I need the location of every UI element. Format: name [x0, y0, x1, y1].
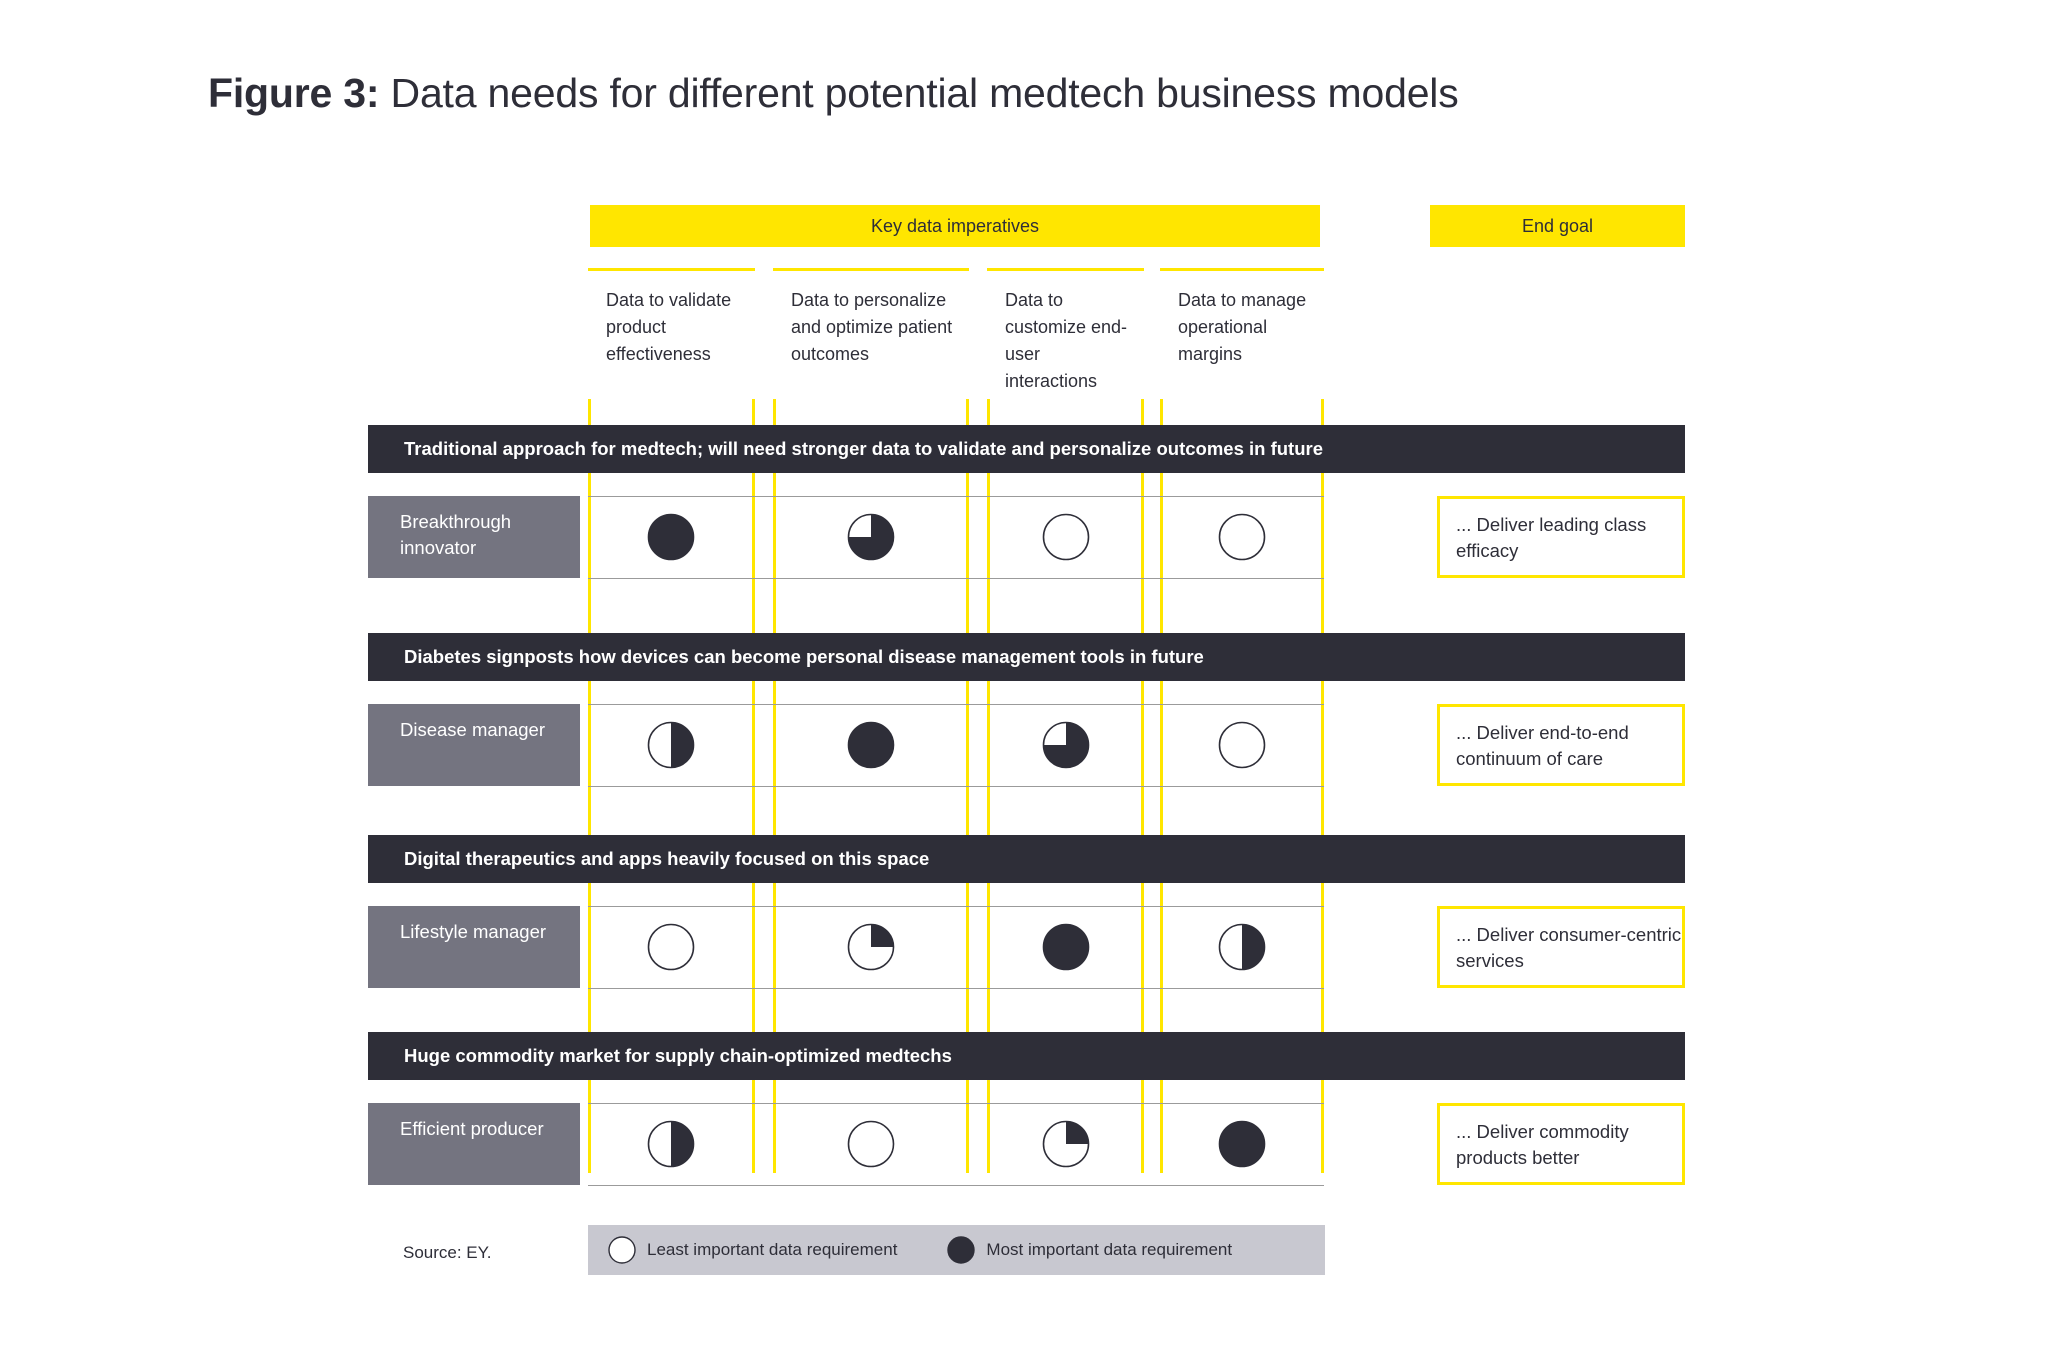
marker-full — [647, 513, 695, 561]
marker-full — [1042, 923, 1090, 971]
row-rule — [588, 496, 1324, 497]
marker-three-quarter — [1042, 721, 1090, 769]
row-rule — [588, 1185, 1324, 1186]
marker-empty — [847, 1120, 895, 1168]
row-label-disease-manager: Disease manager — [368, 704, 580, 786]
goal-box-disease-manager: ... Deliver end-to-end continuum of care — [1437, 704, 1685, 786]
section-banner-disease-manager: Diabetes signposts how devices can becom… — [368, 633, 1685, 681]
marker-quarter — [847, 923, 895, 971]
page-title: Figure 3: Data needs for different poten… — [208, 70, 1459, 117]
column-header-validate: Data to validate product effectiveness — [588, 268, 755, 399]
marker-three-quarter — [847, 513, 895, 561]
row-label-efficient-producer: Efficient producer — [368, 1103, 580, 1185]
goal-box-lifestyle-manager: ... Deliver consumer-centric services — [1437, 906, 1685, 988]
row-rule — [588, 578, 1324, 579]
row-rule — [588, 786, 1324, 787]
figure-label: Figure 3: — [208, 70, 380, 116]
figure-canvas: Figure 3: Data needs for different poten… — [0, 0, 2048, 1365]
figure-title-text: Data needs for different potential medte… — [390, 70, 1459, 116]
legend-empty-circle-icon — [608, 1236, 636, 1264]
section-banner-lifestyle-manager: Digital therapeutics and apps heavily fo… — [368, 835, 1685, 883]
marker-empty — [1218, 721, 1266, 769]
row-rule — [588, 906, 1324, 907]
marker-half — [647, 721, 695, 769]
marker-empty — [647, 923, 695, 971]
goal-box-efficient-producer: ... Deliver commodity products better — [1437, 1103, 1685, 1185]
legend-item-most: Most important data requirement — [947, 1236, 1232, 1264]
legend-full-circle-icon — [947, 1236, 976, 1264]
section-banner-efficient-producer: Huge commodity market for supply chain-o… — [368, 1032, 1685, 1080]
row-label-lifestyle-manager: Lifestyle manager — [368, 906, 580, 988]
row-label-breakthrough-innovator: Breakthrough innovator — [368, 496, 580, 578]
column-header-personalize: Data to personalize and optimize patient… — [773, 268, 969, 399]
row-rule — [588, 988, 1324, 989]
row-rule — [588, 704, 1324, 705]
source-note: Source: EY. — [403, 1243, 492, 1262]
legend-least-label: Least important data requirement — [647, 1240, 898, 1259]
marker-empty — [1218, 513, 1266, 561]
marker-full — [1218, 1120, 1266, 1168]
section-banner-breakthrough-innovator: Traditional approach for medtech; will n… — [368, 425, 1685, 473]
goal-box-breakthrough-innovator: ... Deliver leading class efficacy — [1437, 496, 1685, 578]
banner-end-goal-label: End goal — [1521, 215, 1594, 236]
marker-half — [647, 1120, 695, 1168]
marker-quarter — [1042, 1120, 1090, 1168]
legend-item-least: Least important data requirement — [608, 1236, 897, 1264]
legend-most-label: Most important data requirement — [986, 1240, 1233, 1259]
marker-empty — [1042, 513, 1090, 561]
marker-half — [1218, 923, 1266, 971]
banner-end-goal: End goal — [1430, 205, 1685, 247]
column-header-customize: Data to customize end-user interactions — [987, 268, 1144, 399]
banner-key-data-imperatives-label: Key data imperatives — [870, 215, 1040, 236]
column-header-manage: Data to manage operational margins — [1160, 268, 1324, 399]
legend: Least important data requirement Most im… — [588, 1225, 1325, 1275]
row-rule — [588, 1103, 1324, 1104]
banner-key-data-imperatives: Key data imperatives — [590, 205, 1320, 247]
marker-full — [847, 721, 895, 769]
